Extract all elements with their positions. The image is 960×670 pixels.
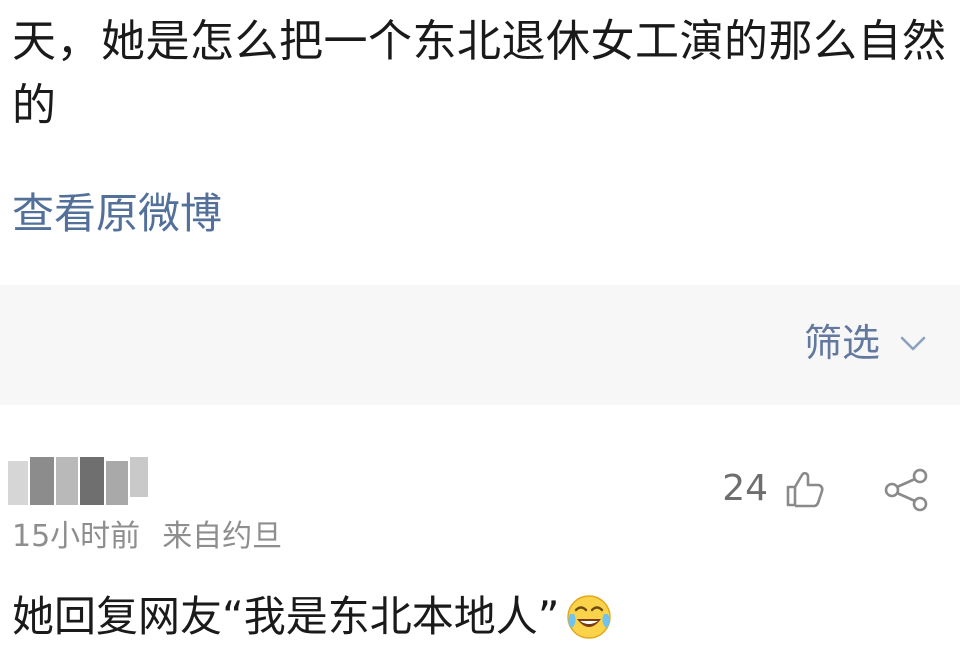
blurred-username bbox=[8, 457, 148, 509]
laugh-cry-emoji-icon bbox=[566, 595, 611, 639]
like-button[interactable]: 24 bbox=[722, 465, 826, 513]
post-text: 天，她是怎么把一个东北退休女工演的那么自然的 bbox=[12, 16, 947, 131]
comment-source: 来自约旦 bbox=[162, 519, 283, 554]
share-icon[interactable] bbox=[882, 467, 932, 513]
filter-button[interactable]: 筛选 bbox=[804, 318, 930, 368]
comment-meta: 15小时前 来自约旦 bbox=[12, 517, 282, 557]
thumbs-up-icon bbox=[786, 471, 824, 508]
comment-text: 她回复网友“我是东北本地人” bbox=[12, 592, 560, 641]
post-section: 天，她是怎么把一个东北退休女工演的那么自然的 查看原微博 bbox=[0, 0, 960, 285]
comment-item: 15小时前 来自约旦 24 她回复网友“我是东北本地人” bbox=[0, 405, 960, 670]
comment-time: 15小时前 bbox=[12, 519, 141, 554]
like-count: 24 bbox=[722, 468, 768, 509]
filter-label: 筛选 bbox=[803, 321, 880, 365]
comment-body: 她回复网友“我是东北本地人” bbox=[12, 587, 614, 647]
chevron-down-icon bbox=[900, 336, 926, 351]
view-original-link[interactable]: 查看原微博 bbox=[12, 186, 222, 242]
